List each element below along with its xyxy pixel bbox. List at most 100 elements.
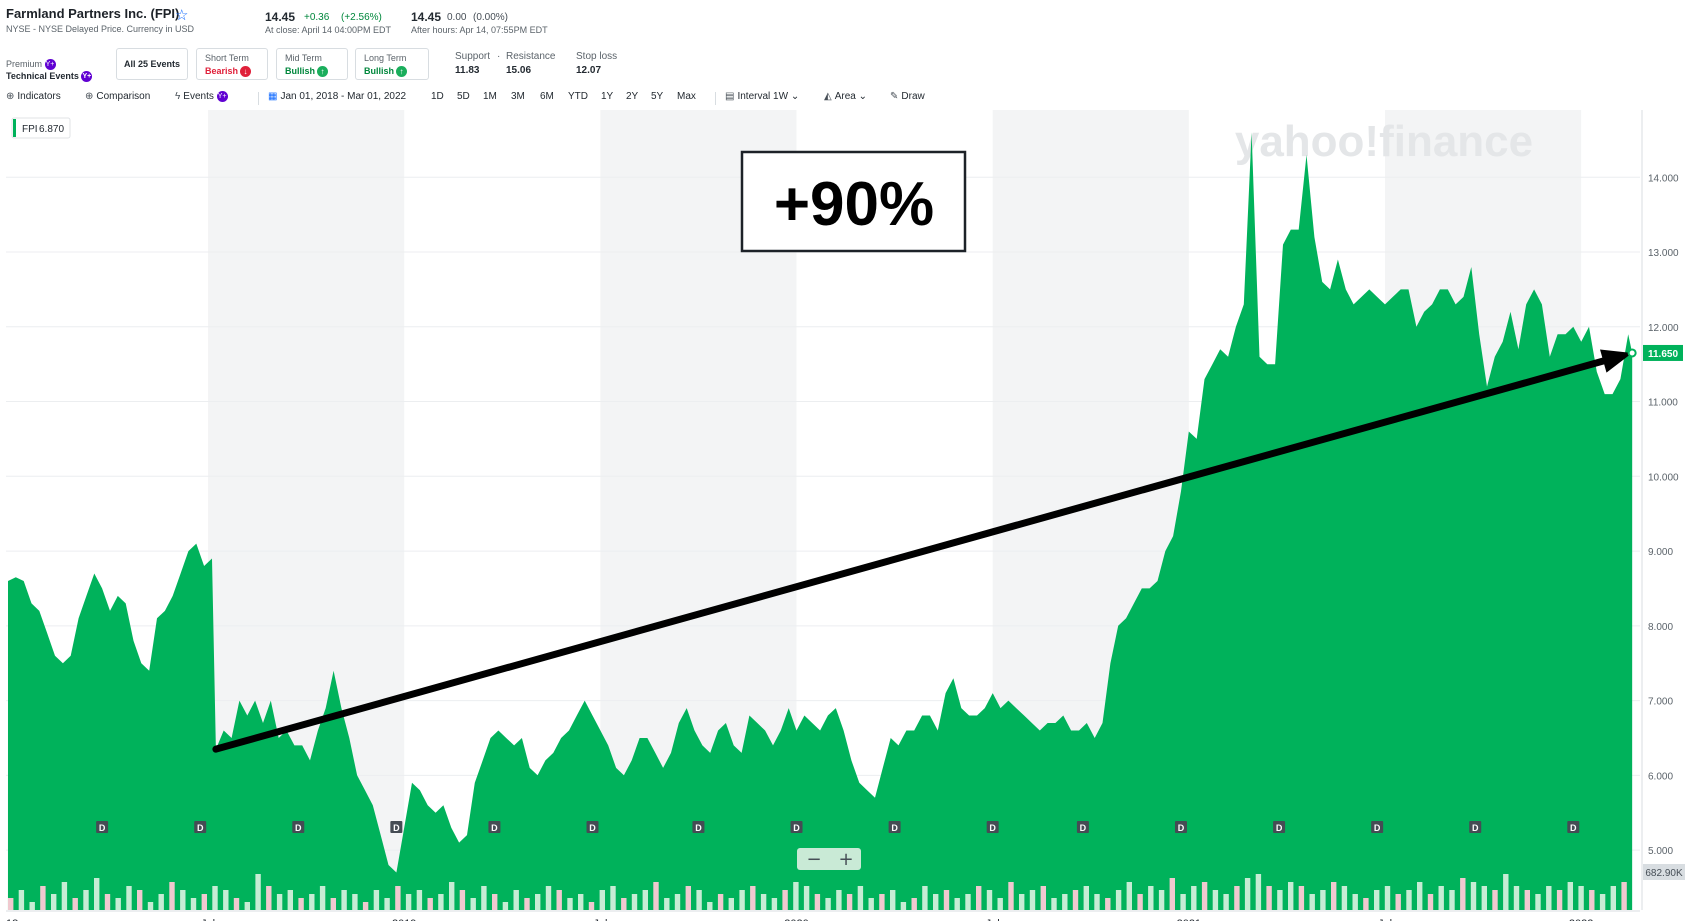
comparison-button[interactable]: ⊕ Comparison xyxy=(85,91,150,102)
volume-bar xyxy=(1589,890,1595,910)
y-tick-label: 8.000 xyxy=(1648,622,1673,633)
range-3m[interactable]: 3M xyxy=(511,91,525,102)
volume-bar xyxy=(180,890,186,910)
volume-bar xyxy=(836,890,842,910)
volume-bar xyxy=(1546,886,1552,910)
interval-button[interactable]: ▤ Interval 1W ⌄ xyxy=(725,91,799,102)
support-resistance-divider: · xyxy=(497,51,501,62)
watchlist-star-icon[interactable]: ☆ xyxy=(175,6,188,24)
volume-bar xyxy=(405,894,412,910)
draw-button[interactable]: ✎ Draw xyxy=(890,91,925,102)
volume-bar xyxy=(1062,894,1068,910)
page-title: Farmland Partners Inc. (FPI) xyxy=(6,6,180,21)
volume-bar xyxy=(1567,882,1573,910)
volume-bar xyxy=(1008,882,1014,910)
range-max[interactable]: Max xyxy=(677,91,696,102)
volume-bar xyxy=(233,898,240,910)
volume-bar xyxy=(1481,886,1487,910)
dividend-marker-label: D xyxy=(695,823,702,833)
all-events-button[interactable]: All 25 Events xyxy=(116,48,188,80)
volume-bar xyxy=(1470,882,1477,910)
volume-bar xyxy=(83,890,89,910)
chevron-down-icon: ⌄ xyxy=(858,91,867,102)
indicators-button[interactable]: ⊕ Indicators xyxy=(6,91,61,102)
volume-bar xyxy=(1449,890,1455,910)
range-6m[interactable]: 6M xyxy=(540,91,554,102)
dividend-marker-label: D xyxy=(1472,823,1479,833)
volume-bar xyxy=(857,886,864,910)
volume-bar xyxy=(212,886,218,910)
volume-bar xyxy=(717,894,724,910)
volume-bar xyxy=(1374,890,1380,910)
dividend-marker-label: D xyxy=(1276,823,1283,833)
y-tick-label: 6.000 xyxy=(1648,771,1673,782)
volume-bar xyxy=(255,874,261,910)
volume-bar xyxy=(1535,894,1541,910)
long-term-value: Bullish ↑ xyxy=(364,66,408,78)
range-1d[interactable]: 1D xyxy=(431,91,444,102)
volume-bar xyxy=(309,894,315,910)
plus-circle-icon: ⊕ xyxy=(85,91,94,102)
technical-badge-icon: Y+ xyxy=(81,71,93,83)
volume-bar xyxy=(1029,890,1036,910)
volume-bar xyxy=(223,890,229,910)
events-button[interactable]: ϟ Events Y+ xyxy=(175,91,228,102)
technical-events-label: Technical Events Y+ xyxy=(6,71,93,83)
range-5y[interactable]: 5Y xyxy=(651,91,663,102)
volume-bar xyxy=(1320,890,1326,910)
volume-bar xyxy=(524,898,530,910)
volume-bar xyxy=(1610,886,1616,910)
long-term-button[interactable]: Long Term Bullish ↑ xyxy=(355,48,429,80)
chart-type-button[interactable]: ◭ Area ⌄ xyxy=(824,91,867,102)
stop-loss-label: Stop loss xyxy=(576,51,618,62)
range-1y[interactable]: 1Y xyxy=(601,91,613,102)
plus-circle-icon: ⊕ xyxy=(6,91,15,102)
volume-bar xyxy=(266,886,272,910)
volume-bar xyxy=(1298,886,1305,910)
volume-bar xyxy=(1169,878,1175,910)
dividend-marker-label: D xyxy=(295,823,302,833)
volume-bar xyxy=(1223,894,1229,910)
ticker-symbol: FPI xyxy=(22,124,38,135)
short-term-button[interactable]: Short Term Bearish ↓ xyxy=(196,48,268,80)
volume-bar xyxy=(1513,886,1520,910)
volume-bar xyxy=(427,898,433,910)
y-tick-label: 13.000 xyxy=(1648,248,1679,259)
volume-bar xyxy=(1363,898,1369,910)
volume-bar xyxy=(900,902,907,910)
volume-bar xyxy=(481,886,487,910)
volume-bar xyxy=(29,902,35,910)
range-ytd[interactable]: YTD xyxy=(568,91,588,102)
zoom-out-button[interactable]: − xyxy=(806,849,821,870)
volume-bar xyxy=(158,894,164,910)
zoom-in-button[interactable]: + xyxy=(838,849,853,870)
resistance-label: Resistance xyxy=(506,51,556,62)
close-time: At close: April 14 04:00PM EDT xyxy=(265,25,392,35)
price-chart[interactable]: yahoo!finance D D D D D D D D D D D D D D D D +90% 14.0… xyxy=(0,110,1685,921)
range-5d[interactable]: 5D xyxy=(457,91,470,102)
interval-icon: ▤ xyxy=(725,91,735,102)
volume-bar xyxy=(201,894,207,910)
volume-bar xyxy=(470,898,476,910)
volume-bar xyxy=(1126,882,1132,910)
range-2y[interactable]: 2Y xyxy=(626,91,638,102)
last-price-dot xyxy=(1627,348,1637,358)
volume-bar xyxy=(8,898,14,910)
volume-bar xyxy=(890,890,896,910)
volume-bar xyxy=(685,886,691,910)
volume-bar xyxy=(352,894,358,910)
range-1m[interactable]: 1M xyxy=(483,91,497,102)
volume-bar xyxy=(1492,890,1498,910)
volume-bar xyxy=(954,898,960,910)
premium-label: Premium Y+ xyxy=(6,59,56,71)
chevron-down-icon: ⌄ xyxy=(790,91,800,102)
mid-term-button[interactable]: Mid Term Bullish ↑ xyxy=(276,48,348,80)
dividend-marker-label: D xyxy=(99,823,106,833)
volume-bar xyxy=(1051,898,1057,910)
volume-bar xyxy=(965,894,971,910)
date-range-picker[interactable]: ▦ Jan 01, 2018 - Mar 01, 2022 xyxy=(268,91,406,102)
volume-bar xyxy=(814,894,821,910)
volume-bar xyxy=(588,902,595,910)
after-hours-change: 0.00 xyxy=(447,12,467,23)
volume-bar xyxy=(1212,890,1219,910)
